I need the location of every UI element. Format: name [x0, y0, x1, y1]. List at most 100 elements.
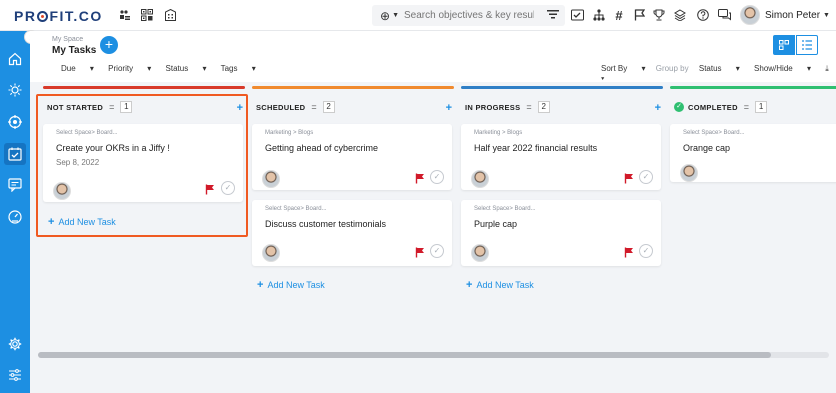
task-card[interactable]: Marketing > Blogs Getting ahead of cyber…: [252, 124, 452, 190]
chevron-down-icon[interactable]: ▼: [392, 12, 399, 19]
assignee-avatar[interactable]: [471, 170, 489, 188]
idea-bulb-icon[interactable]: [7, 82, 23, 98]
group-status-dropdown[interactable]: Status ▾: [699, 64, 740, 73]
user-avatar[interactable]: [740, 5, 760, 25]
column-color-bar: [670, 86, 836, 89]
list-view-button[interactable]: [796, 35, 818, 55]
column-in-progress: IN PROGRESS = 2 +: [461, 86, 663, 117]
task-card[interactable]: Select Space> Board... Purple cap ✓: [461, 200, 661, 266]
add-card-button[interactable]: +: [446, 102, 452, 114]
user-name[interactable]: Simon Peter: [765, 10, 820, 21]
insights-gauge-icon[interactable]: [7, 209, 23, 225]
hashtag-icon[interactable]: #: [612, 8, 626, 23]
add-task-button[interactable]: +: [100, 36, 118, 54]
group-by-label: Group by: [655, 64, 689, 73]
priority-flag-icon[interactable]: [624, 173, 636, 185]
column-header: SCHEDULED = 2 +: [252, 97, 454, 117]
column-title: COMPLETED: [688, 102, 738, 112]
top-bar: PRFIT.CO ⊕ ▼ # Simon Peter ▼: [0, 0, 836, 31]
card-location[interactable]: Marketing > Blogs: [474, 130, 522, 136]
column-color-bar: [43, 86, 245, 89]
card-location[interactable]: Select Space> Board...: [265, 206, 327, 212]
show-hide-dropdown[interactable]: Show/Hide ▾: [754, 64, 811, 73]
mark-complete-button[interactable]: ✓: [639, 244, 653, 258]
assignee-avatar[interactable]: [262, 170, 280, 188]
filter-bar: Due ▾ Priority ▾ Status ▾ Tags ▾: [61, 64, 268, 73]
column-count: 2: [322, 101, 335, 113]
column-count: 2: [537, 101, 550, 113]
search-bar[interactable]: ⊕ ▼: [372, 5, 565, 26]
building-icon[interactable]: [163, 8, 177, 22]
card-location[interactable]: Marketing > Blogs: [265, 130, 313, 136]
due-filter[interactable]: Due ▾: [61, 64, 94, 73]
card-title[interactable]: Getting ahead of cybercrime: [265, 143, 378, 153]
hierarchy-icon[interactable]: [592, 8, 606, 22]
drag-handle-icon[interactable]: =: [311, 102, 316, 112]
user-menu[interactable]: Simon Peter ▼: [740, 5, 830, 25]
assignee-avatar[interactable]: [471, 244, 489, 262]
assignee-avatar[interactable]: [262, 244, 280, 262]
trophy-icon[interactable]: [652, 8, 666, 22]
highlight-frame: [36, 94, 248, 237]
mark-complete-button[interactable]: ✓: [430, 244, 444, 258]
settings-gear-icon[interactable]: [7, 336, 23, 352]
card-location[interactable]: Select Space> Board...: [474, 206, 536, 212]
tags-filter[interactable]: Tags ▾: [221, 64, 256, 73]
home-icon[interactable]: [7, 51, 23, 67]
column-title: SCHEDULED: [256, 102, 306, 112]
task-card[interactable]: Select Space> Board... Discuss customer …: [252, 200, 452, 266]
column-header: ✓ COMPLETED = 1: [670, 97, 836, 117]
assignee-avatar[interactable]: [680, 164, 698, 182]
target-icon[interactable]: [7, 114, 23, 130]
kanban-view-button[interactable]: [773, 35, 795, 55]
chat-icon[interactable]: [717, 8, 731, 22]
column-color-bar: [252, 86, 454, 89]
column-title: IN PROGRESS: [465, 102, 521, 112]
mark-complete-button[interactable]: ✓: [430, 170, 444, 184]
card-title[interactable]: Orange cap: [683, 143, 730, 153]
search-input[interactable]: [404, 10, 534, 21]
drag-handle-icon[interactable]: =: [526, 102, 531, 112]
people-grid-icon[interactable]: [118, 8, 132, 22]
layers-icon[interactable]: [673, 8, 687, 22]
column-count: 1: [755, 101, 768, 113]
task-card[interactable]: Marketing > Blogs Half year 2022 financi…: [461, 124, 661, 190]
card-title[interactable]: Half year 2022 financial results: [474, 143, 597, 153]
card-location[interactable]: Select Space> Board...: [683, 130, 745, 136]
breadcrumb[interactable]: My Space: [52, 36, 83, 43]
priority-flag-icon[interactable]: [624, 247, 636, 259]
priority-flag-icon[interactable]: [415, 173, 427, 185]
feedback-icon[interactable]: [7, 177, 23, 193]
add-card-button[interactable]: +: [655, 102, 661, 114]
add-new-task-link[interactable]: + Add New Task: [466, 279, 534, 291]
column-header: IN PROGRESS = 2 +: [461, 97, 663, 117]
column-scheduled: SCHEDULED = 2 +: [252, 86, 454, 117]
sliders-icon[interactable]: [7, 367, 23, 383]
sort-by-dropdown[interactable]: Sort By ▾: [601, 64, 645, 73]
tasks-icon[interactable]: [4, 143, 26, 165]
column-color-bar: [461, 86, 663, 89]
task-icon[interactable]: [570, 8, 584, 22]
task-card[interactable]: Select Space> Board... Orange cap: [670, 124, 836, 182]
priority-flag-icon[interactable]: [415, 247, 427, 259]
page-title: My Tasks: [52, 45, 97, 56]
page-header: My Space My Tasks + Due ▾ Priority ▾ Sta…: [30, 31, 836, 83]
status-filter[interactable]: Status ▾: [166, 64, 207, 73]
chevron-down-icon[interactable]: ▼: [823, 12, 830, 19]
sidebar: [0, 31, 30, 393]
card-title[interactable]: Purple cap: [474, 219, 517, 229]
scrollbar-thumb[interactable]: [38, 352, 771, 358]
priority-filter[interactable]: Priority ▾: [108, 64, 151, 73]
horizontal-scrollbar[interactable]: [38, 352, 829, 358]
add-new-task-link[interactable]: + Add New Task: [257, 279, 325, 291]
mark-complete-button[interactable]: ✓: [639, 170, 653, 184]
qr-grid-icon[interactable]: [140, 8, 154, 22]
help-icon[interactable]: [696, 8, 710, 22]
filter-icon[interactable]: [547, 8, 559, 22]
drag-handle-icon[interactable]: =: [744, 102, 749, 112]
profit-logo[interactable]: PR FIT.CO: [14, 8, 103, 24]
column-completed: ✓ COMPLETED = 1: [670, 86, 836, 117]
flag-icon[interactable]: [632, 8, 646, 22]
crosshair-icon[interactable]: ⊕: [380, 9, 390, 23]
card-title[interactable]: Discuss customer testimonials: [265, 219, 386, 229]
